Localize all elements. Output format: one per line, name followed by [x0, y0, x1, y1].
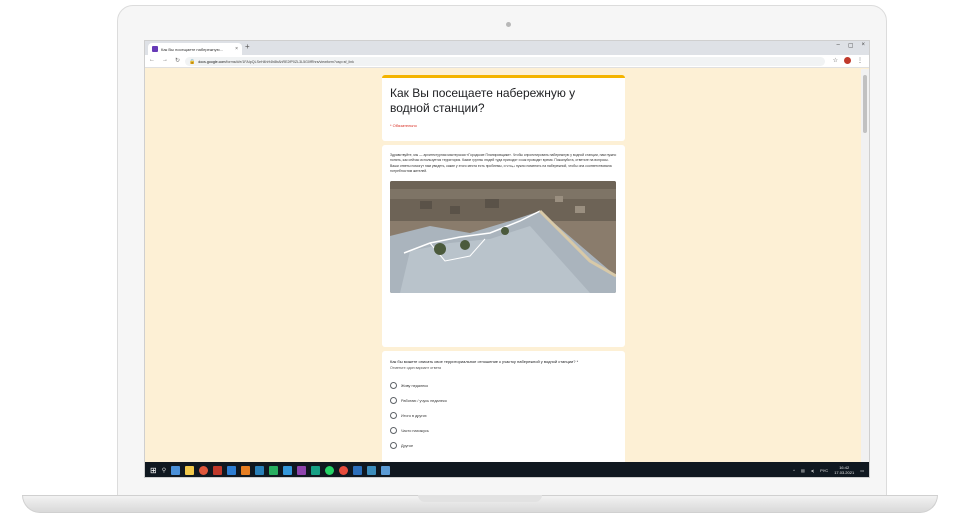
- notifications-icon[interactable]: ▭: [860, 468, 864, 473]
- star-icon[interactable]: ☆: [833, 57, 838, 64]
- navigation-buttons: ← → ↻: [149, 57, 180, 64]
- close-window-button[interactable]: ×: [861, 42, 865, 49]
- app-icon[interactable]: [367, 466, 377, 475]
- app-icon[interactable]: [339, 466, 349, 475]
- form-title: Как Вы посещаете набережную у водной ста…: [390, 86, 576, 115]
- app-icon[interactable]: [283, 466, 293, 475]
- form-description: Здравствуйте, мы — архитектурная мастерс…: [390, 153, 617, 174]
- forward-arrow-icon[interactable]: →: [162, 57, 168, 64]
- answer-options: Живу недалеко Работаю / учусь недалеко И…: [390, 378, 617, 453]
- webcam-icon: [506, 22, 511, 27]
- address-bar: ← → ↻ 🔒 docs.google.com/forms/d/e/1FAIpQ…: [145, 55, 869, 68]
- aerial-photo: [390, 180, 616, 293]
- question-card: Как бы можете описать свое территориальн…: [382, 351, 625, 462]
- app-icon[interactable]: [353, 466, 363, 475]
- taskbar-apps: ⊞ ⚲: [145, 466, 391, 475]
- whatsapp-icon[interactable]: [325, 466, 335, 475]
- volume-icon[interactable]: ◂): [811, 468, 814, 473]
- task-view-icon[interactable]: [171, 466, 181, 475]
- option-label: Живу недалеко: [401, 383, 429, 388]
- answer-option[interactable]: Часто нахожусь: [390, 423, 617, 438]
- keyboard-language[interactable]: РУС: [820, 468, 828, 473]
- tab-title: Как Вы посещаете набережную...: [161, 46, 223, 52]
- reload-icon[interactable]: ↻: [175, 57, 180, 64]
- google-forms-favicon-icon: [152, 46, 158, 52]
- radio-button[interactable]: [390, 397, 397, 404]
- browser-toolbar-right: ☆ ⋮: [833, 57, 863, 64]
- system-tray: ^ ▤ ◂) РУС 16:42 17.03.2021 ▭: [793, 465, 864, 475]
- question-text: Как бы можете описать свое территориальн…: [390, 359, 579, 364]
- page-viewport: Как Вы посещаете набережную у водной ста…: [145, 69, 869, 462]
- app-icon[interactable]: [241, 466, 251, 475]
- option-label: Работаю / учусь недалеко: [401, 398, 447, 403]
- question-hint: Отметьте один вариант ответа: [390, 366, 442, 370]
- back-arrow-icon[interactable]: ←: [149, 57, 155, 64]
- option-label: Итого в других: [401, 413, 427, 418]
- url-input[interactable]: 🔒 docs.google.com/forms/d/e/1FAIpQLSeH4h…: [185, 57, 825, 66]
- app-icon[interactable]: [255, 466, 265, 475]
- radio-button[interactable]: [390, 382, 397, 389]
- maximize-button[interactable]: ▢: [848, 42, 854, 49]
- scrollbar-thumb[interactable]: [863, 75, 867, 133]
- option-label: Другое: [401, 443, 414, 448]
- url-text: docs.google.com/forms/d/e/1FAIpQLSeH4hH4…: [198, 59, 354, 64]
- window-controls: – ▢ ×: [836, 42, 865, 49]
- laptop-hinge-notch: [418, 495, 542, 502]
- windows-start-icon[interactable]: ⊞: [150, 466, 157, 475]
- form-intro-card: Здравствуйте, мы — архитектурная мастерс…: [382, 145, 625, 347]
- menu-dots-icon[interactable]: ⋮: [857, 57, 863, 64]
- radio-button[interactable]: [390, 412, 397, 419]
- profile-avatar[interactable]: [844, 57, 851, 64]
- browser-tab[interactable]: Как Вы посещаете набережную... ×: [148, 43, 242, 55]
- radio-button[interactable]: [390, 442, 397, 449]
- windows-taskbar: ⊞ ⚲ ^ ▤ ◂) РУС 16:42 17.03.2021 ▭: [145, 462, 869, 477]
- search-icon[interactable]: ⚲: [162, 467, 166, 474]
- chrome-icon[interactable]: [199, 466, 209, 475]
- answer-option[interactable]: Другое: [390, 438, 617, 453]
- aerial-photo-graphic: [390, 180, 616, 293]
- required-note: * Обязательно: [390, 123, 417, 128]
- clock-date: 17.03.2021: [834, 470, 855, 475]
- tab-close-icon[interactable]: ×: [235, 46, 238, 52]
- app-icon[interactable]: [297, 466, 307, 475]
- network-icon[interactable]: ▤: [801, 468, 805, 473]
- app-icon[interactable]: [381, 466, 391, 475]
- answer-option[interactable]: Итого в других: [390, 408, 617, 423]
- minimize-button[interactable]: –: [836, 42, 839, 49]
- tray-arrow-icon[interactable]: ^: [793, 468, 795, 473]
- app-icon[interactable]: [269, 466, 279, 475]
- answer-option[interactable]: Работаю / учусь недалеко: [390, 393, 617, 408]
- answer-option[interactable]: Живу недалеко: [390, 378, 617, 393]
- clock[interactable]: 16:42 17.03.2021: [834, 465, 854, 475]
- option-label: Часто нахожусь: [401, 428, 429, 433]
- app-icon[interactable]: [213, 466, 223, 475]
- browser-tab-bar: Как Вы посещаете набережную... × + – ▢ ×: [145, 41, 869, 55]
- app-icon[interactable]: [227, 466, 237, 475]
- radio-button[interactable]: [390, 427, 397, 434]
- app-icon[interactable]: [311, 466, 321, 475]
- screen: Как Вы посещаете набережную... × + – ▢ ×…: [144, 40, 870, 478]
- form-header-card: Как Вы посещаете набережную у водной ста…: [382, 75, 625, 141]
- file-explorer-icon[interactable]: [185, 466, 195, 475]
- new-tab-button[interactable]: +: [245, 42, 250, 51]
- lock-icon: 🔒: [189, 58, 196, 65]
